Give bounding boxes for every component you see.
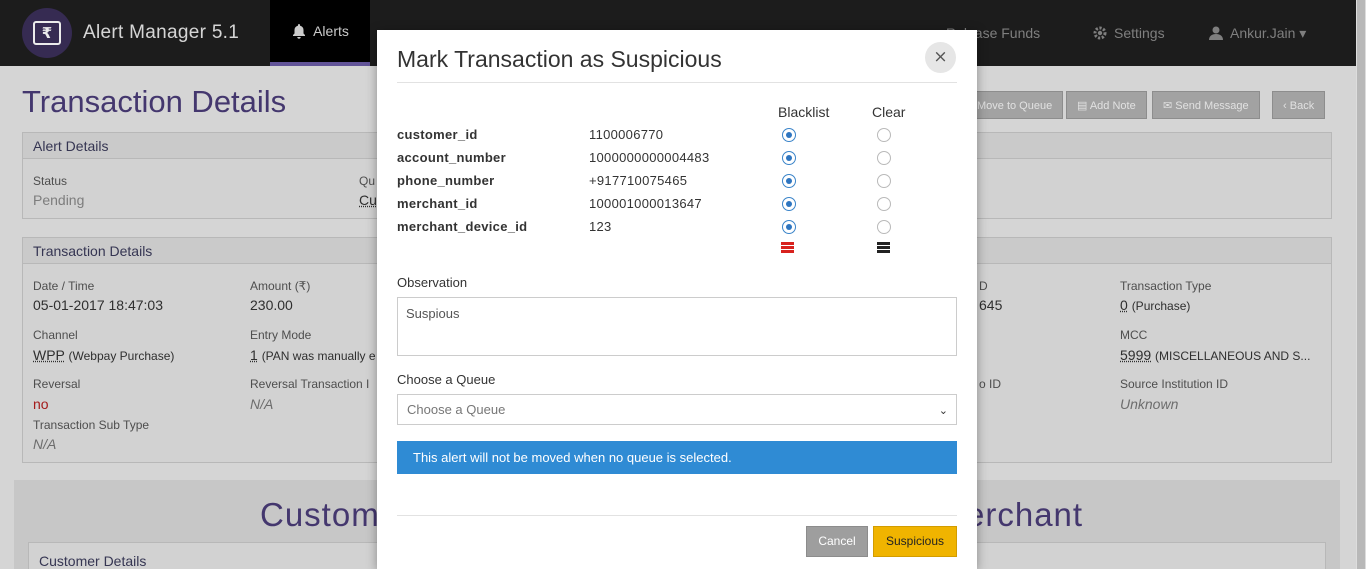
merchant-id-clear-radio[interactable]: [877, 197, 891, 211]
list-bar: [781, 250, 794, 253]
cancel-button[interactable]: Cancel: [806, 526, 868, 557]
list-bar: [781, 246, 794, 249]
field-value-phone-number: +917710075465: [589, 173, 688, 188]
close-button[interactable]: ×: [925, 42, 956, 73]
list-bar: [877, 246, 890, 249]
phone-number-clear-radio[interactable]: [877, 174, 891, 188]
merchant-id-blacklist-radio[interactable]: [782, 197, 796, 211]
queue-select-label: Choose a Queue: [397, 372, 496, 387]
blacklist-column-header: Blacklist: [778, 104, 830, 120]
account-number-clear-radio[interactable]: [877, 151, 891, 165]
queue-select[interactable]: Choose a Queue ⌄: [397, 394, 957, 425]
merchant-device-id-blacklist-radio[interactable]: [782, 220, 796, 234]
modal-title: Mark Transaction as Suspicious: [397, 46, 722, 72]
observation-textarea[interactable]: Suspious: [397, 297, 957, 356]
list-bar: [877, 242, 890, 245]
customer-id-blacklist-radio[interactable]: [782, 128, 796, 142]
modal-footer-divider: [397, 515, 957, 516]
field-key-merchant-device-id: merchant_device_id: [397, 219, 528, 234]
observation-label: Observation: [397, 275, 468, 290]
info-alert: This alert will not be moved when no que…: [397, 441, 957, 474]
phone-number-blacklist-radio[interactable]: [782, 174, 796, 188]
customer-id-clear-radio[interactable]: [877, 128, 891, 142]
select-all-blacklist-icon[interactable]: [781, 242, 794, 253]
modal-header-divider: [397, 82, 957, 83]
select-all-clear-icon[interactable]: [877, 242, 890, 253]
clear-column-header: Clear: [872, 104, 906, 120]
field-value-merchant-device-id: 123: [589, 219, 612, 234]
list-bar: [877, 250, 890, 253]
field-value-account-number: 1000000000004483: [589, 150, 710, 165]
merchant-device-id-clear-radio[interactable]: [877, 220, 891, 234]
field-key-account-number: account_number: [397, 150, 506, 165]
suspicious-button[interactable]: Suspicious: [873, 526, 957, 557]
chevron-down-icon: ⌄: [938, 404, 948, 417]
field-key-merchant-id: merchant_id: [397, 196, 478, 211]
field-value-customer-id: 1100006770: [589, 127, 664, 142]
close-icon: ×: [933, 47, 948, 67]
account-number-blacklist-radio[interactable]: [782, 151, 796, 165]
suspicious-modal: Mark Transaction as Suspicious × Blackli…: [377, 30, 977, 569]
queue-select-placeholder: Choose a Queue: [407, 402, 506, 417]
list-bar: [781, 242, 794, 245]
field-key-phone-number: phone_number: [397, 173, 495, 188]
field-value-merchant-id: 100001000013647: [589, 196, 702, 211]
field-key-customer-id: customer_id: [397, 127, 478, 142]
